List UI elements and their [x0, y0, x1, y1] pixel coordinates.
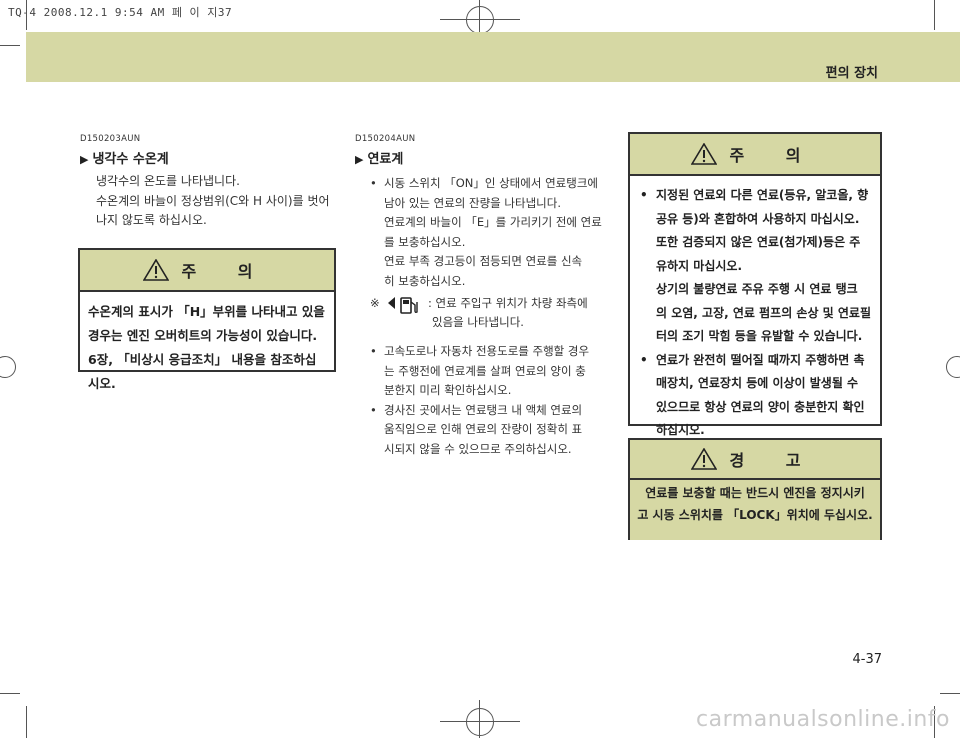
- crop-mark: [0, 45, 20, 46]
- warning-triangle-icon: [691, 448, 718, 470]
- paragraph-line: 나지 않도록 하십시오.: [96, 213, 207, 227]
- crop-mark: [26, 706, 27, 738]
- registration-mark: [0, 356, 16, 378]
- list-line: 또한 검증되지 않은 연료(첨가제)등은 주: [656, 235, 861, 249]
- caution-line: 경우는 엔진 오버히트의 가능성이 있습니다.: [88, 328, 318, 343]
- warning-body: 연료를 보충할 때는 반드시 엔진을 정지시키 고 시동 스위치를 「LOCK」…: [630, 480, 880, 540]
- warning-box-header: 경 고: [630, 440, 880, 480]
- bullet-dot: •: [370, 176, 377, 190]
- crop-mark: [0, 693, 20, 694]
- section-band: [26, 32, 960, 82]
- list-line: 고속도로나 자동차 전용도로를 주행할 경우: [384, 344, 590, 358]
- list-line: 남아 있는 연료의 잔량을 나타냅니다.: [384, 195, 561, 210]
- list-line: 시동 스위치 「ON」인 상태에서 연료탱크에: [384, 176, 598, 190]
- list-line: 를 보충하십시오.: [384, 234, 466, 249]
- fuel-bullets-1: • 시동 스위치 「ON」인 상태에서 연료탱크에 남아 있는 연료의 잔량을 …: [368, 174, 614, 291]
- crop-mark: [26, 0, 27, 30]
- list-item: • 연료가 완전히 떨어질 때까지 주행하면 촉 매장치, 연료장치 등에 이상…: [638, 349, 872, 443]
- caution-line: 6장, 「비상시 응급조치」 내용을 참조하십시오.: [88, 352, 317, 391]
- warning-triangle-icon: [691, 143, 718, 165]
- list-line: 경사진 곳에서는 연료탱크 내 액체 연료의: [384, 402, 583, 417]
- warning-line: 고 시동 스위치를 「LOCK」위치에 두십시오.: [637, 508, 873, 522]
- caution-title: 주 의: [729, 146, 819, 165]
- registration-mark: [946, 356, 960, 378]
- list-line: 터의 조기 막힘 등을 유발할 수 있습니다.: [656, 329, 863, 343]
- list-line: 연료가 완전히 떨어질 때까지 주행하면 촉: [656, 352, 865, 367]
- note-mark: ※: [370, 296, 380, 310]
- paragraph-line: 냉각수의 온도를 나타냅니다.: [96, 174, 240, 188]
- crop-mark: [934, 0, 935, 30]
- caution-box-header: 주 의: [80, 250, 334, 292]
- section-code: D150203AUN: [80, 134, 141, 144]
- list-line: 상기의 불량연료 주유 주행 시 연료 탱크: [656, 282, 858, 296]
- coolant-description: 냉각수의 온도를 나타냅니다. 수온계의 바늘이 정상범위(C와 H 사이)를 …: [96, 172, 336, 231]
- registration-mark: [466, 708, 494, 736]
- list-item: • 시동 스위치 「ON」인 상태에서 연료탱크에 남아 있는 연료의 잔량을 …: [368, 174, 614, 291]
- caution-box-coolant: 주 의 수온계의 표시가 「H」부위를 나타내고 있을 경우는 엔진 오버히트의…: [78, 248, 336, 391]
- fuel-bullets-2: • 고속도로나 자동차 전용도로를 주행할 경우 는 주행전에 연료계를 살펴 …: [368, 342, 614, 459]
- list-line: 시되지 않을 수 있으므로 주의하십시오.: [384, 441, 572, 456]
- section-code: D150204AUN: [355, 134, 416, 144]
- crop-mark: [940, 693, 960, 694]
- list-line: 움직임으로 인해 연료의 잔량이 정확히 표: [384, 422, 583, 436]
- list-line: 히 보충하십시오.: [384, 273, 466, 288]
- caution-line: 수온계의 표시가 「H」부위를 나타내고 있을: [88, 304, 325, 319]
- heading-text: 연료계: [367, 152, 404, 167]
- list-line: 는 주행전에 연료계를 살펴 연료의 양이 충: [384, 363, 586, 378]
- registration-line: [440, 19, 520, 20]
- bullet-dot: •: [640, 352, 648, 367]
- triangle-bullet-icon: ▶: [355, 153, 364, 166]
- bullet-dot: •: [370, 344, 377, 358]
- list-line: 연료 부족 경고등이 점등되면 연료를 신속: [384, 254, 583, 268]
- caution-body: • 지정된 연료외 다른 연료(등유, 알코올, 향 공유 등)와 혼합하여 사…: [630, 176, 880, 451]
- list-line: 있으므로 항상 연료의 양이 충분한지 확인: [656, 399, 865, 414]
- list-line: 지정된 연료외 다른 연료(등유, 알코올, 향: [656, 188, 869, 202]
- page-number: 4-37: [852, 652, 882, 667]
- caution-box-fuel: 주 의 • 지정된 연료외 다른 연료(등유, 알코올, 향 공유 등)와 혼합…: [628, 132, 882, 437]
- warning-title: 경 고: [729, 451, 819, 470]
- fuel-door-note: ※ : 연료 주입구 위치가 차량 좌측에 있음을 나타냅니다.: [370, 294, 616, 332]
- caution-title: 주 의: [181, 262, 271, 281]
- fuel-gauge-heading: ▶ 연료계: [355, 148, 403, 167]
- caution-box-header: 주 의: [630, 134, 880, 176]
- registration-line: [440, 721, 520, 722]
- paragraph-line: 수온계의 바늘이 정상범위(C와 H 사이)를 벗어: [96, 193, 330, 208]
- warning-triangle-icon: [143, 259, 170, 281]
- list-line: 매장치, 연료장치 등에 이상이 발생될 수: [656, 376, 859, 390]
- fuel-pump-icon: [388, 297, 418, 314]
- watermark: carmanualsonline.info: [696, 707, 950, 732]
- list-line: 유하지 마십시오.: [656, 258, 743, 273]
- bullet-dot: •: [640, 188, 648, 202]
- note-line: 있음을 나타냅니다.: [432, 315, 524, 329]
- print-header: TQ-4 2008.12.1 9:54 AM 페 이 지37: [8, 6, 233, 19]
- list-line: 연료계의 바늘이 「E」를 가리키기 전에 연료: [384, 215, 602, 229]
- list-item: • 경사진 곳에서는 연료탱크 내 액체 연료의 움직임으로 인해 연료의 잔량…: [368, 401, 614, 460]
- list-line: 분한지 미리 확인하십시오.: [384, 383, 512, 397]
- registration-mark: [466, 6, 494, 34]
- triangle-bullet-icon: ▶: [80, 153, 89, 166]
- coolant-temp-heading: ▶ 냉각수 수온계: [80, 148, 169, 167]
- list-line: 의 오염, 고장, 연료 펌프의 손상 및 연료필: [656, 305, 872, 320]
- list-item: • 고속도로나 자동차 전용도로를 주행할 경우 는 주행전에 연료계를 살펴 …: [368, 342, 614, 401]
- caution-body: 수온계의 표시가 「H」부위를 나타내고 있을 경우는 엔진 오버히트의 가능성…: [80, 292, 334, 404]
- warning-line: 연료를 보충할 때는 반드시 엔진을 정지시키: [645, 486, 865, 500]
- section-title: 편의 장치: [825, 66, 878, 81]
- note-line: : 연료 주입구 위치가 차량 좌측에: [428, 296, 588, 310]
- warning-box-fuel: 경 고 연료를 보충할 때는 반드시 엔진을 정지시키 고 시동 스위치를 「L…: [628, 438, 882, 540]
- list-line: 공유 등)와 혼합하여 사용하지 마십시오.: [656, 211, 860, 226]
- registration-line: [479, 700, 480, 738]
- bullet-dot: •: [370, 402, 377, 417]
- heading-text: 냉각수 수온계: [92, 152, 169, 167]
- list-item: • 지정된 연료외 다른 연료(등유, 알코올, 향 공유 등)와 혼합하여 사…: [638, 184, 872, 349]
